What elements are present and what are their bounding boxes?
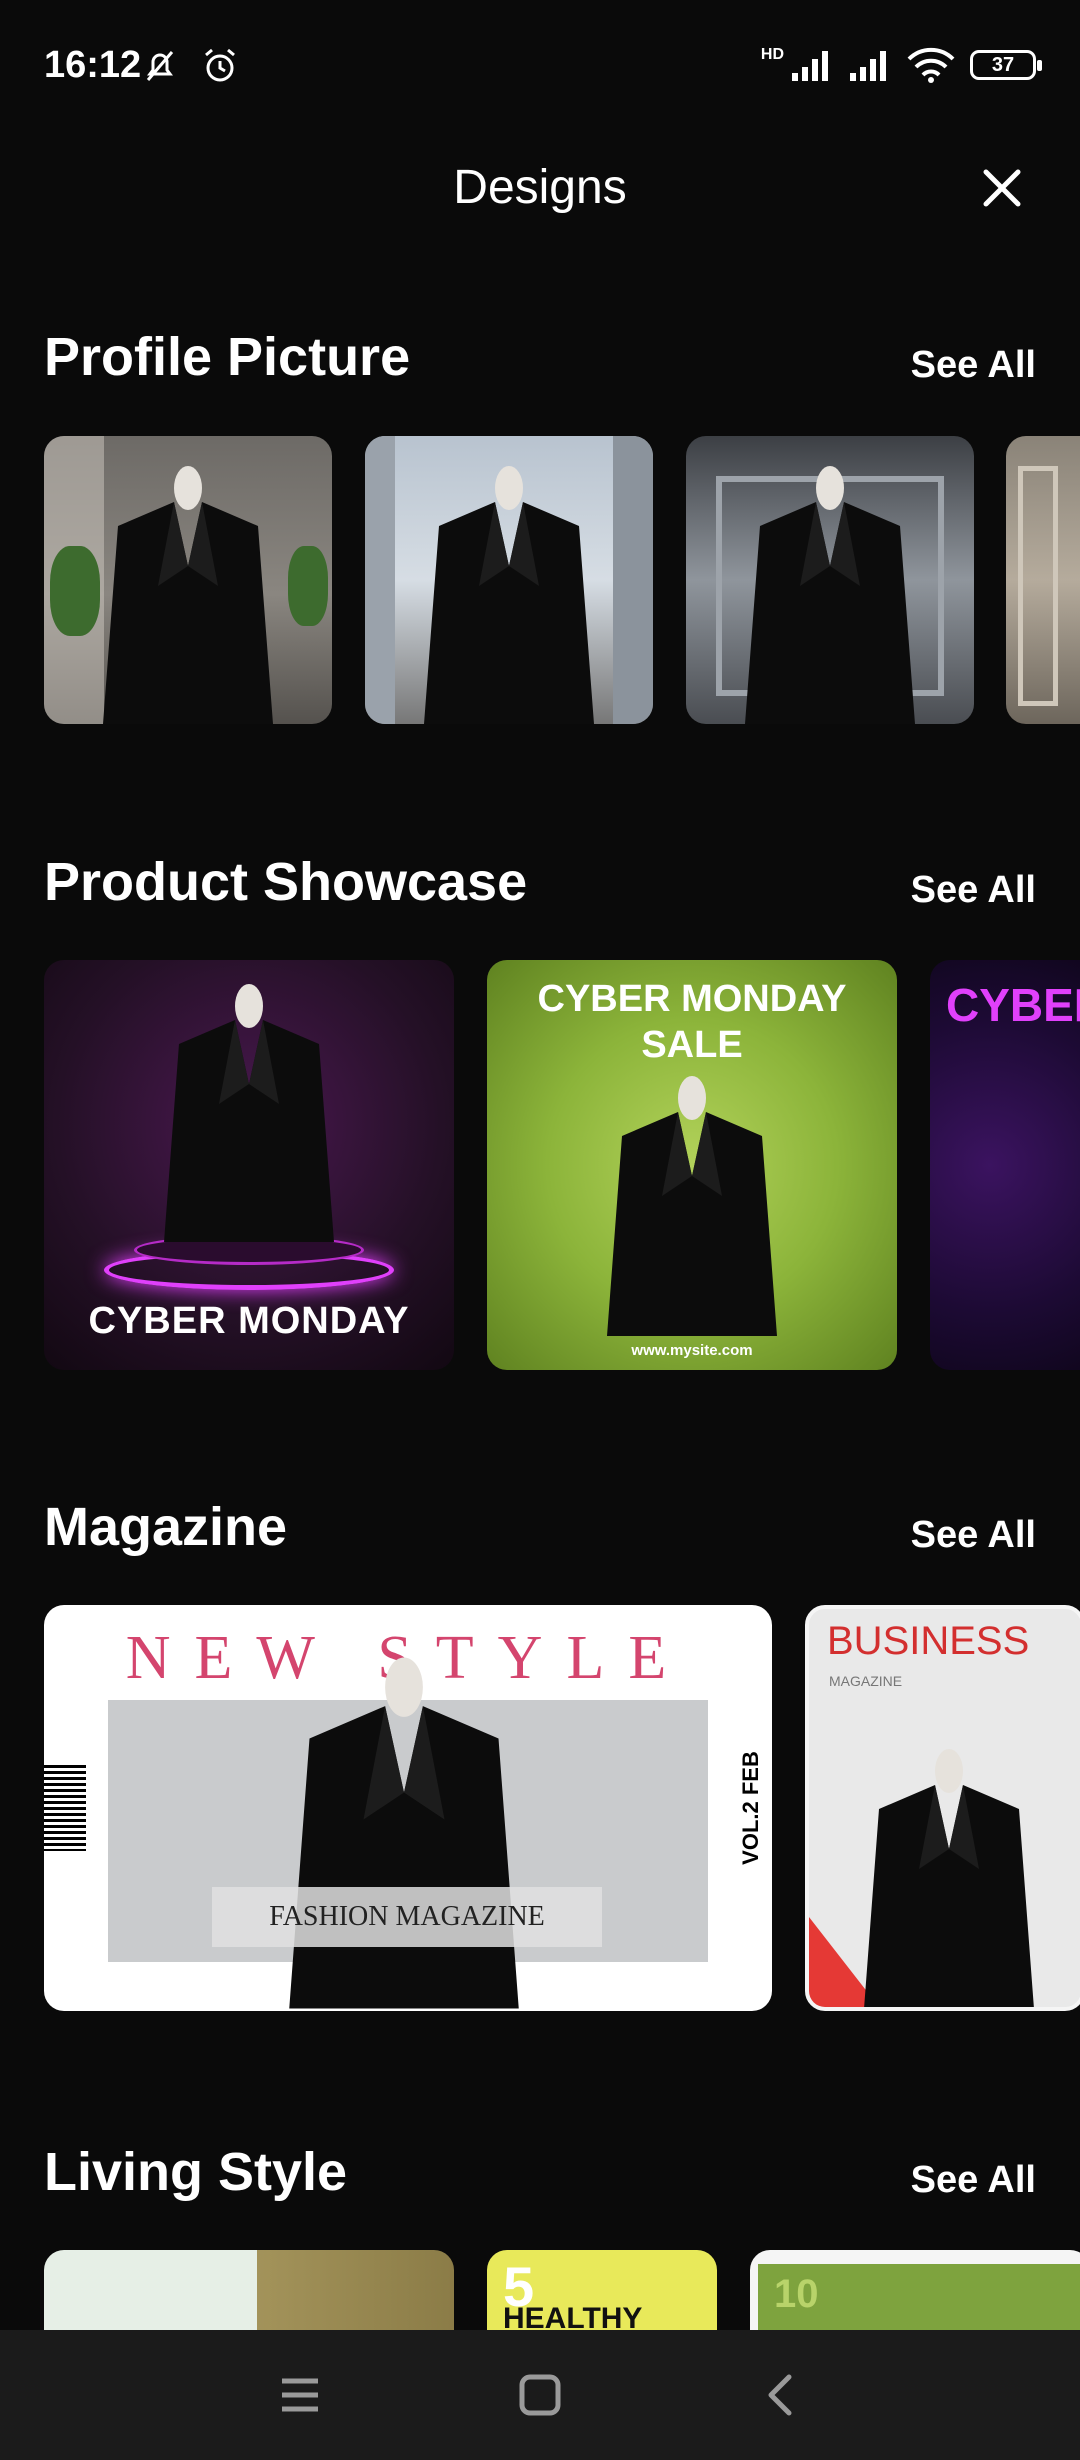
header: Designs — [0, 150, 1080, 230]
signal-icon — [792, 51, 828, 81]
magazine-volume: VOL.2 FEB — [737, 1751, 763, 1865]
barcode-icon — [44, 1765, 86, 1851]
section-title: Magazine — [44, 1497, 288, 1557]
magazine-card-business[interactable]: BUSINESS MAGAZINE — [805, 1605, 1080, 2011]
hd-label: HD — [760, 46, 784, 63]
close-icon — [983, 169, 1021, 207]
mute-icon — [146, 51, 174, 81]
card-headline: CYBER MONDAY — [537, 978, 847, 1020]
back-button[interactable] — [735, 2360, 825, 2430]
suit-image — [424, 466, 594, 724]
magazine-subtitle: MAGAZINE — [829, 1673, 903, 1689]
suit-image — [607, 1076, 777, 1336]
home-button[interactable] — [495, 2360, 585, 2430]
showcase-card-cyber-monday[interactable]: CYBER MONDAY — [44, 960, 454, 1370]
section-profile-picture: Profile Picture See All — [0, 320, 1080, 740]
suit-image — [745, 466, 915, 724]
close-button[interactable] — [964, 150, 1040, 226]
menu-button[interactable] — [255, 2360, 345, 2430]
home-icon — [519, 2374, 561, 2416]
battery-indicator: 37 — [970, 50, 1042, 80]
card-number: 10 — [774, 2272, 819, 2316]
showcase-card-partial[interactable]: CYBER — [930, 960, 1080, 1370]
magazine-label: FASHION MAGAZINE — [212, 1887, 602, 1947]
section-title: Profile Picture — [44, 327, 411, 387]
suit-image — [864, 1749, 1034, 2007]
section-living-style: Living Style See All 5 HEALTHY 10 — [0, 2135, 1080, 2330]
card-headline: HEALTHY — [503, 2302, 643, 2330]
profile-card-1[interactable] — [44, 436, 332, 724]
magazine-card-new-style[interactable]: NEW STYLE FASHION MAGAZINE VOL.2 FEB — [44, 1605, 772, 2011]
section-title: Living Style — [44, 2142, 348, 2202]
living-card-3[interactable]: 10 — [750, 2250, 1080, 2330]
see-all-button[interactable]: See All — [911, 344, 1036, 387]
see-all-button[interactable]: See All — [911, 1514, 1036, 1557]
card-url: www.mysite.com — [631, 1342, 753, 1359]
wifi-icon — [907, 47, 955, 83]
see-all-button[interactable]: See All — [911, 2159, 1036, 2202]
card-caption: CYBER MONDAY — [88, 1300, 410, 1342]
signal-icon-2 — [850, 51, 886, 81]
living-card-1[interactable] — [44, 2250, 454, 2330]
back-icon — [768, 2374, 792, 2416]
page-title: Designs — [453, 161, 627, 214]
suit-image — [289, 1657, 519, 2009]
profile-card-3[interactable] — [686, 436, 974, 724]
navigation-bar — [0, 2330, 1080, 2460]
suit-image — [164, 984, 334, 1242]
alarm-icon — [205, 48, 235, 82]
section-title: Product Showcase — [44, 852, 528, 912]
see-all-button[interactable]: See All — [911, 869, 1036, 912]
suit-image — [103, 466, 273, 724]
living-card-healthy[interactable]: 5 HEALTHY — [487, 2250, 717, 2330]
section-magazine: Magazine See All NEW STYLE FASHION MAGAZ… — [0, 1490, 1080, 2030]
status-bar: 16:12 HD 37 — [0, 0, 1080, 130]
card-headline: CYBER — [946, 979, 1080, 1031]
menu-icon — [282, 2378, 318, 2412]
profile-card-2[interactable] — [365, 436, 653, 724]
showcase-card-cyber-sale[interactable]: CYBER MONDAY SALE www.mysite.com — [487, 960, 897, 1370]
magazine-headline: BUSINESS — [827, 1619, 1030, 1663]
profile-card-4[interactable] — [1006, 436, 1080, 724]
section-product-showcase: Product Showcase See All CYBER MONDAY CY… — [0, 845, 1080, 1385]
status-time: 16:12 — [44, 44, 142, 86]
card-headline-2: SALE — [641, 1024, 743, 1066]
